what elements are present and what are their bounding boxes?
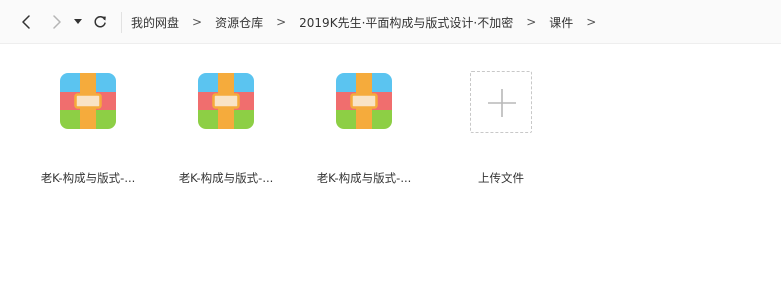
- archive-icon: [198, 73, 254, 129]
- upload-dropzone[interactable]: [470, 71, 532, 133]
- breadcrumb-item-my-drive[interactable]: 我的网盘: [131, 14, 179, 31]
- breadcrumb-item-courseware[interactable]: 课件: [549, 14, 573, 31]
- file-item[interactable]: 老K-构成与版式-...: [304, 64, 424, 185]
- history-dropdown-button[interactable]: [70, 12, 86, 32]
- upload-file-button[interactable]: 上传文件: [438, 64, 564, 185]
- chevron-left-icon: [22, 15, 30, 29]
- back-button[interactable]: [16, 12, 36, 32]
- breadcrumb-separator: >: [192, 15, 203, 29]
- file-name: 老K-构成与版式-...: [178, 171, 274, 185]
- toolbar: 我的网盘 > 资源仓库 > 2019K先生·平面构成与版式设计·不加密 > 课件…: [0, 0, 781, 44]
- file-name: 老K-构成与版式-...: [40, 171, 136, 185]
- breadcrumb-separator: >: [526, 15, 537, 29]
- toolbar-divider: [121, 12, 122, 33]
- file-item[interactable]: 老K-构成与版式-...: [166, 64, 286, 185]
- breadcrumb-separator: >: [586, 15, 597, 29]
- dropdown-triangle-icon: [74, 19, 82, 24]
- breadcrumb-item-course-folder[interactable]: 2019K先生·平面构成与版式设计·不加密: [299, 14, 513, 31]
- plus-icon: [488, 89, 516, 117]
- file-grid: 老K-构成与版式-... 老K-构成与版式-... 老K-构成与版式-... 上…: [0, 44, 781, 302]
- refresh-button[interactable]: [90, 12, 110, 32]
- archive-icon: [60, 73, 116, 129]
- file-name: 老K-构成与版式-...: [316, 171, 412, 185]
- forward-button[interactable]: [47, 12, 67, 32]
- file-item[interactable]: 老K-构成与版式-...: [28, 64, 148, 185]
- breadcrumb-separator: >: [276, 15, 287, 29]
- breadcrumb: 我的网盘 > 资源仓库 > 2019K先生·平面构成与版式设计·不加密 > 课件…: [131, 0, 609, 44]
- refresh-icon: [94, 16, 106, 28]
- breadcrumb-item-repository[interactable]: 资源仓库: [215, 14, 263, 31]
- archive-icon: [336, 73, 392, 129]
- chevron-right-icon: [53, 15, 61, 29]
- upload-label: 上传文件: [478, 171, 524, 185]
